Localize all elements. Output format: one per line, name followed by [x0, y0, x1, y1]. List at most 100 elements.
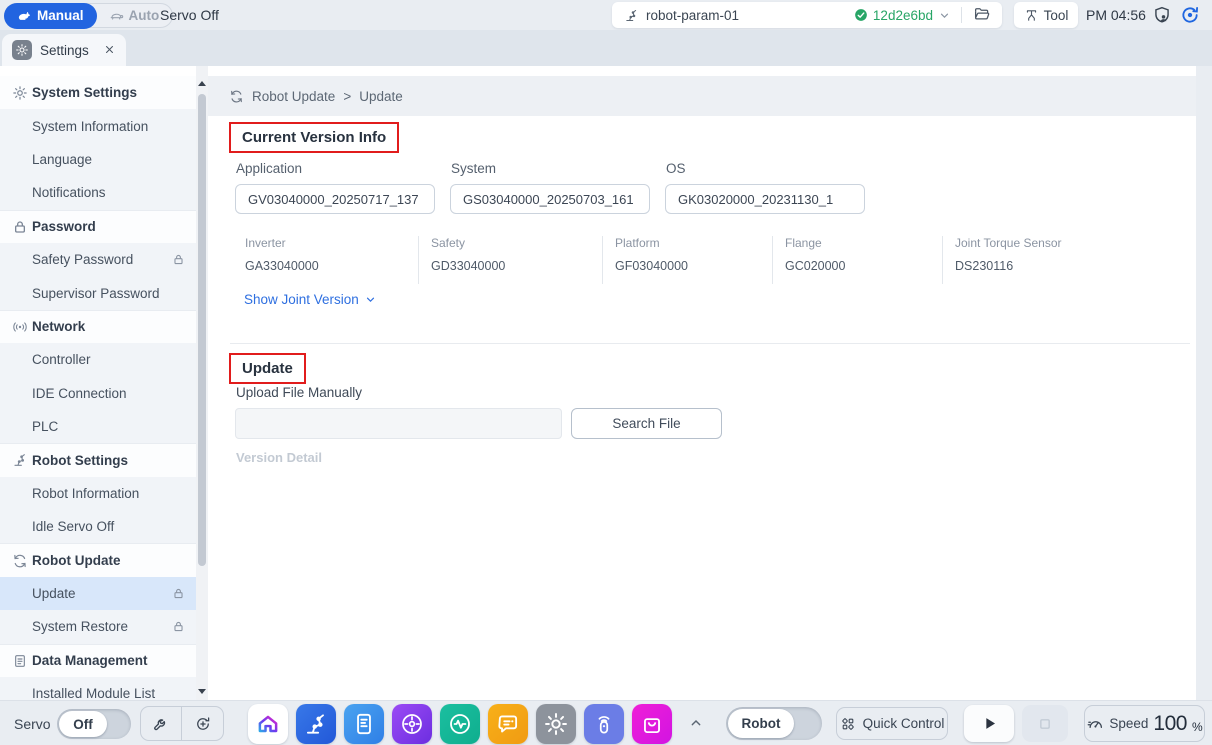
sidebar-item-robot-update[interactable]: Robot Update — [0, 543, 196, 576]
settings-gear-badge — [12, 40, 32, 60]
sidebar-item-supervisor-password[interactable]: Supervisor Password — [0, 276, 196, 309]
sidebar-item-plc[interactable]: PLC — [0, 410, 196, 443]
sidebar-item-safety-password[interactable]: Safety Password — [0, 243, 196, 276]
servo-label: Servo — [14, 701, 51, 745]
sidebar-scrollbar[interactable] — [196, 66, 208, 700]
gear-icon — [12, 85, 28, 101]
sidebar-item-network[interactable]: Network — [0, 310, 196, 343]
field-os: OS GK03020000_20231130_1 — [665, 161, 865, 214]
upload-file-input[interactable] — [235, 408, 562, 439]
os-label: OS — [666, 161, 865, 176]
system-label: System — [451, 161, 650, 176]
tool-icon — [1024, 8, 1039, 23]
safety-user-button[interactable] — [1152, 5, 1172, 25]
dock-dpad-icon[interactable] — [392, 704, 432, 744]
update-section-title: Update — [229, 353, 306, 384]
scroll-up-arrow[interactable] — [196, 76, 208, 90]
sidebar-item-robot-information[interactable]: Robot Information — [0, 477, 196, 510]
chip-divider — [961, 7, 962, 23]
breadcrumb-page: Update — [359, 89, 403, 104]
rabbit-icon — [17, 8, 32, 23]
antenna-icon — [12, 319, 28, 335]
play-button[interactable] — [964, 705, 1014, 742]
field-system: System GS03040000_20250703_161 — [450, 161, 650, 214]
tool-label: Tool — [1044, 8, 1069, 23]
grid-icon — [840, 716, 856, 732]
speed-value: 100 — [1153, 712, 1187, 736]
sidebar-item-system-information[interactable]: System Information — [0, 109, 196, 142]
servo-toggle[interactable]: Off — [57, 709, 131, 739]
dock-robot-arm-icon[interactable] — [296, 704, 336, 744]
sidebar-item-data-management[interactable]: Data Management — [0, 644, 196, 677]
gear-icon — [15, 43, 29, 57]
show-joint-version-link[interactable]: Show Joint Version — [244, 292, 377, 307]
dock-remote-control-icon[interactable] — [584, 704, 624, 744]
dock-health-monitor-icon[interactable] — [440, 704, 480, 744]
refresh-icon — [12, 553, 28, 569]
wrench-icon — [152, 715, 170, 733]
tab-close-button[interactable] — [102, 43, 116, 57]
search-file-button[interactable]: Search File — [571, 408, 722, 439]
robot-param-selector[interactable]: robot-param-01 12d2e6bd — [612, 2, 1002, 28]
sidebar-item-robot-settings[interactable]: Robot Settings — [0, 443, 196, 476]
field-platform: Platform GF03040000 — [602, 236, 688, 284]
robot-param-name: robot-param-01 — [646, 8, 854, 23]
quick-control-button[interactable]: Quick Control — [836, 707, 948, 740]
dock-home-icon[interactable] — [248, 704, 288, 744]
app-window: Manual Auto Servo Off robot-param-01 12d… — [0, 0, 1212, 745]
sidebar-item-ide-connection[interactable]: IDE Connection — [0, 377, 196, 410]
dock-message-icon[interactable] — [488, 704, 528, 744]
utility-button-group — [140, 706, 224, 741]
sidebar-item-system-restore[interactable]: System Restore — [0, 610, 196, 643]
sync-update-button[interactable] — [182, 707, 223, 740]
speed-control[interactable]: Speed 100 % — [1084, 705, 1205, 742]
restore-icon — [1180, 5, 1200, 25]
breadcrumb: Robot Update > Update — [208, 76, 1196, 116]
check-circle-icon — [854, 8, 868, 22]
stop-button[interactable] — [1022, 705, 1068, 742]
sidebar-item-language[interactable]: Language — [0, 143, 196, 176]
folder-icon — [973, 5, 991, 23]
sidebar-item-controller[interactable]: Controller — [0, 343, 196, 376]
sidebar-item-update[interactable]: Update — [0, 577, 196, 610]
manual-mode-button[interactable]: Manual — [4, 3, 97, 29]
play-icon — [980, 714, 999, 733]
dock-settings-icon[interactable] — [536, 704, 576, 744]
sidebar-item-password[interactable]: Password — [0, 210, 196, 243]
sync-plus-icon — [194, 715, 212, 733]
shield-user-icon — [1152, 5, 1172, 25]
restore-status-button[interactable] — [1180, 5, 1200, 25]
servo-status-label: Servo Off — [160, 0, 219, 30]
field-application: Application GV03040000_20250717_137 — [235, 161, 435, 214]
section-divider — [230, 343, 1190, 344]
lock-icon — [172, 253, 185, 266]
open-file-button[interactable] — [972, 5, 992, 25]
dock-document-icon[interactable] — [344, 704, 384, 744]
speedometer-icon — [1086, 715, 1104, 733]
scroll-down-arrow[interactable] — [196, 684, 208, 698]
application-value: GV03040000_20250717_137 — [235, 184, 435, 214]
document-icon — [12, 653, 28, 669]
robot-sim-toggle[interactable]: Robot — [726, 707, 822, 740]
chevron-down-icon — [364, 293, 377, 306]
dock-store-icon[interactable] — [632, 704, 672, 744]
tool-button[interactable]: Tool — [1014, 2, 1078, 28]
scrollbar-thumb[interactable] — [198, 94, 206, 566]
dock-collapse-button[interactable] — [686, 714, 706, 734]
sidebar-item-system-settings[interactable]: System Settings — [0, 76, 196, 109]
robot-toggle-knob[interactable]: Robot — [728, 709, 794, 738]
sidebar-item-installed-module-list[interactable]: Installed Module List — [0, 677, 196, 700]
main-scrollbar-gutter[interactable] — [1196, 66, 1212, 700]
version-hash-label: 12d2e6bd — [873, 8, 933, 23]
servo-toggle-knob[interactable]: Off — [59, 711, 107, 737]
refresh-icon — [229, 89, 244, 104]
bottom-bar: Servo Off Robot Quick Control — [0, 700, 1212, 745]
operation-mode-toggle: Manual Auto — [4, 3, 173, 28]
sidebar-item-idle-servo-off[interactable]: Idle Servo Off — [0, 510, 196, 543]
lock-icon — [172, 620, 185, 633]
version-hash-badge[interactable]: 12d2e6bd — [854, 8, 951, 23]
sidebar-item-notifications[interactable]: Notifications — [0, 176, 196, 209]
wrench-button[interactable] — [141, 707, 182, 740]
field-safety: Safety GD33040000 — [418, 236, 505, 284]
tab-settings[interactable]: Settings — [2, 34, 126, 66]
